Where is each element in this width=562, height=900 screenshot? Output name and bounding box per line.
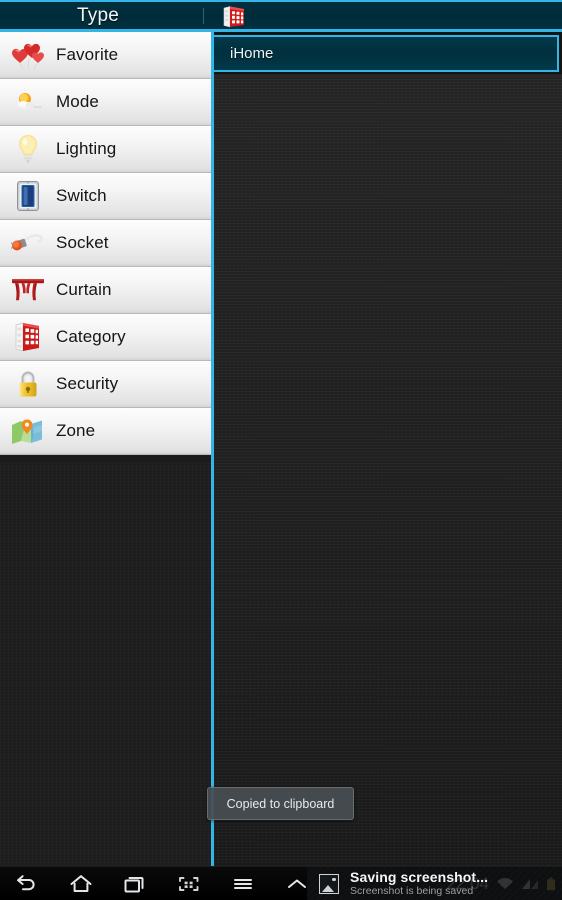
system-navigation-bar: 22:04 Saving screenshot... Screenshot is… [0,866,562,900]
sidebar-item-label: Curtain [56,280,112,299]
app-root: Type Favorite Mode Lighting Switch Socke… [0,0,562,900]
toast-message: Copied to clipboard [207,787,354,820]
nav-menu-button[interactable] [216,867,270,900]
hearts-icon [0,32,56,79]
curtain-icon [0,267,56,314]
wifi-icon [496,877,514,891]
sidebar-item-favorite[interactable]: Favorite [0,32,211,79]
title-bar: Type [0,0,562,32]
sidebar-item-curtain[interactable]: Curtain [0,267,211,314]
nav-back-button[interactable] [0,867,54,900]
sidebar: Favorite Mode Lighting Switch Socket Cur… [0,32,211,866]
sidebar-item-switch[interactable]: Switch [0,173,211,220]
notification-subtitle: Screenshot is being saved [350,885,474,897]
home-icon [69,874,93,894]
content-header-title: iHome [230,45,274,62]
screenshot-capture-icon [177,874,201,894]
toast-text: Copied to clipboard [226,796,335,811]
notification-text: Saving screenshot... Screenshot is being… [350,870,488,898]
back-arrow-icon [15,874,39,894]
sidebar-item-lighting[interactable]: Lighting [0,126,211,173]
plug-socket-icon [0,220,56,267]
sidebar-item-label: Socket [56,233,109,252]
content-pane: iHome [214,32,562,866]
sidebar-item-label: Favorite [56,45,119,64]
sidebar-item-label: Mode [56,92,99,111]
wall-switch-icon [0,173,56,220]
image-thumbnail-icon [319,874,339,894]
sidebar-item-security[interactable]: Security [0,361,211,408]
sun-cloud-icon [0,79,56,126]
sidebar-item-label: Security [56,374,119,393]
nav-button-group [0,867,324,900]
sidebar-item-zone[interactable]: Zone [0,408,211,455]
category-grid-icon[interactable] [222,6,246,28]
recent-apps-icon [123,874,147,894]
nav-screenshot-button[interactable] [162,867,216,900]
notification-title: Saving screenshot... [350,869,489,885]
sidebar-item-label: Lighting [56,139,117,158]
sidebar-list: Favorite Mode Lighting Switch Socket Cur… [0,32,211,455]
menu-hamburger-icon [231,874,255,894]
padlock-icon [0,361,56,408]
signal-bars-icon [521,877,539,891]
category-grid-icon [0,314,56,361]
nav-home-button[interactable] [54,867,108,900]
map-pin-icon [0,408,56,455]
nav-recents-button[interactable] [108,867,162,900]
sidebar-empty-area [0,462,211,866]
notification-area[interactable]: 22:04 Saving screenshot... Screenshot is… [307,867,562,900]
sidebar-item-label: Zone [56,421,96,440]
lightbulb-icon [0,126,56,173]
titlebar-divider [203,8,204,24]
sidebar-item-category[interactable]: Category [0,314,211,361]
chevron-up-icon [285,874,309,894]
sidebar-item-mode[interactable]: Mode [0,79,211,126]
content-body [214,74,562,866]
sidebar-item-socket[interactable]: Socket [0,220,211,267]
page-title: Type [77,5,119,26]
content-header[interactable]: iHome [214,35,559,72]
battery-icon [546,877,556,891]
sidebar-item-label: Category [56,327,126,346]
sidebar-item-label: Switch [56,186,107,205]
